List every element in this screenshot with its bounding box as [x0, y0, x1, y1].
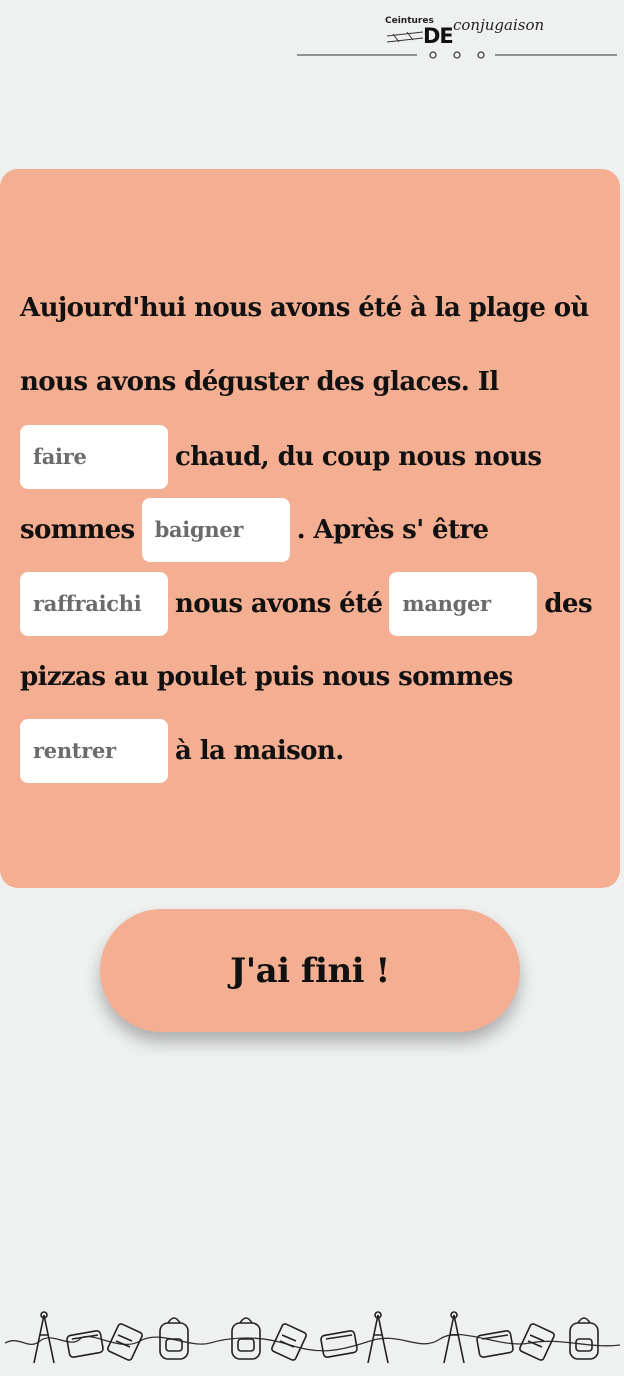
exercise-line-3: faire chaud, du coup nous nous [20, 425, 542, 489]
compass-icon [443, 1311, 465, 1364]
exercise-line-7: rentrer à la maison. [20, 719, 344, 783]
blank-input-manger[interactable]: manger [389, 572, 538, 636]
sentence-text: nous avons été [175, 589, 383, 619]
blank-input-faire[interactable]: faire [20, 425, 168, 489]
sentence-text: des [544, 589, 592, 619]
footer-doodle-strip [4, 1311, 621, 1364]
sentence-text: pizzas au poulet puis nous sommes [20, 662, 513, 692]
sentence-text: chaud, du coup nous nous [175, 442, 542, 472]
exercise-card: Aujourd'hui nous avons été à la plage où… [0, 169, 620, 888]
backpack-icon [159, 1317, 189, 1360]
exercise-line-4: sommes baigner . Après s' être [20, 498, 489, 562]
pencil-case-icon [66, 1330, 104, 1358]
logo-script-text: conjugaison [453, 16, 545, 34]
backpack-icon [569, 1317, 599, 1360]
sentence-text: à la maison. [175, 736, 344, 766]
compass-icon [367, 1311, 389, 1364]
exercise-line-5: raffraichi nous avons été manger des [20, 572, 593, 636]
blank-input-baigner[interactable]: baigner [141, 498, 290, 562]
exercise-line-6: pizzas au poulet puis nous sommes [20, 645, 513, 709]
blank-input-rentrer[interactable]: rentrer [20, 719, 168, 783]
finish-button[interactable]: J'ai fini ! [100, 909, 520, 1032]
brand-logo: Ceintures DE conjugaison [295, 12, 620, 64]
sentence-text: nous avons déguster des glaces. Il [20, 367, 499, 397]
sentence-text: Aujourd'hui nous avons été à la plage où [20, 293, 589, 323]
sentence-text: sommes [20, 515, 135, 545]
logo-big-text: DE [423, 24, 454, 48]
blank-input-raffraichi[interactable]: raffraichi [20, 572, 168, 636]
notebook-icon [271, 1323, 307, 1361]
sentence-text: . Après s' être [296, 515, 489, 545]
pencil-case-icon [320, 1330, 358, 1358]
exercise-line-2: nous avons déguster des glaces. Il [20, 350, 499, 414]
exercise-line-1: Aujourd'hui nous avons été à la plage où [20, 276, 589, 340]
pencil-case-icon [476, 1330, 514, 1358]
